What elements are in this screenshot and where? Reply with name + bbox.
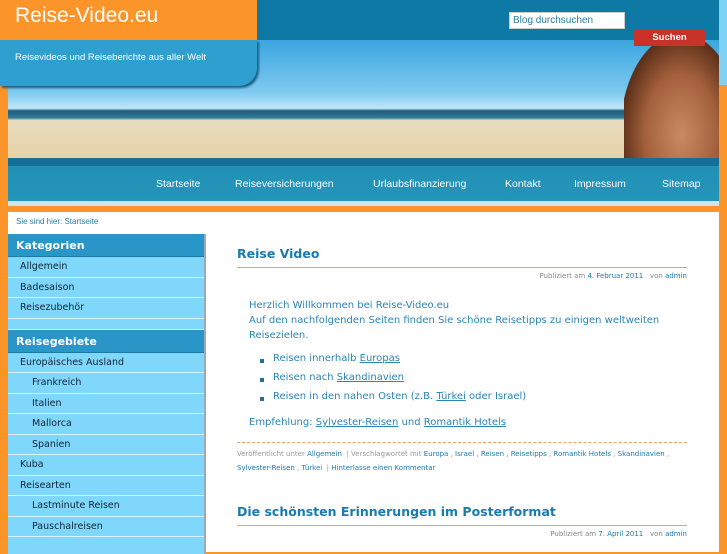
sidebar-item[interactable]: Mallorca [8,414,204,435]
comment-link[interactable]: Hinterlasse einen Kommentar [331,464,435,472]
breadcrumb[interactable]: Sie sind hier: Startseite [16,217,98,226]
category-link[interactable]: Allgemein [307,450,342,458]
link-sylvester-reisen[interactable]: Sylvester-Reisen [316,417,399,428]
filed-under-label: Veröffentlicht unter [237,450,305,458]
list-item: Reisen nach Skandinavien [273,372,404,383]
link-romantik-hotels[interactable]: Romantik Hotels [424,417,506,428]
and-text: und [398,417,424,428]
sidebar-item[interactable]: Europäisches Ausland [8,353,204,373]
nav-startseite[interactable]: Startseite [156,178,200,190]
post-title-divider [237,267,687,268]
tag-link[interactable]: Türkei [302,464,323,472]
sidebar-heading-reisegebiete: Reisegebiete [8,329,204,353]
site-title[interactable]: Reise-Video.eu [15,4,158,28]
sidebar-item[interactable]: Reisearten [8,476,204,496]
list-link[interactable]: Skandinavien [337,372,404,383]
by-label: von [649,530,663,538]
tagline-box: Reisevideos und Reiseberichte aus aller … [0,40,257,86]
sidebar-heading-kategorien: Kategorien [8,234,204,257]
by-label: von [649,272,663,280]
bullet-icon [260,397,264,401]
nav-impressum[interactable]: Impressum [574,178,626,190]
tag-link[interactable]: Romantik Hotels [553,450,611,458]
intro-text: Auf den nachfolgenden Seiten finden Sie … [249,315,660,341]
post-meta: Publiziert am 7. April 2011 von admin [550,530,687,538]
nav-kontakt[interactable]: Kontakt [505,178,541,190]
list-link[interactable]: Europas [360,353,400,364]
sidebar-item[interactable]: Spanien [8,435,204,455]
bullet-icon [260,359,264,363]
site-title-box: Reise-Video.eu [0,0,257,40]
sidebar-item[interactable]: Reisezubehör [8,298,204,319]
sidebar-item[interactable]: Pauschalreisen [8,517,204,537]
sidebar-item[interactable]: Kuba [8,455,204,476]
post-author[interactable]: admin [665,530,687,538]
sidebar: Kategorien Allgemein Badesaison Reisezubeh… [8,234,206,554]
post-title[interactable]: Die schönsten Erinnerungen im Posterform… [237,504,556,519]
post-title[interactable]: Reise Video [237,246,319,261]
list-item: Reisen innerhalb Europas [273,353,400,364]
main-nav: Startseite Reiseversicherungen Urlaubsfi… [8,158,719,206]
tagline: Reisevideos und Reiseberichte aus aller … [15,52,206,63]
bullet-icon [260,378,264,382]
post-author[interactable]: admin [665,272,687,280]
search-input[interactable]: Blog durchsuchen [509,12,625,29]
tag-link[interactable]: Reisen [481,450,504,458]
post-tags: Veröffentlicht unter Allgemein | Verschl… [237,450,670,472]
main-area: Sie sind hier: Startseite Kategorien All… [8,212,719,554]
sidebar-item[interactable]: Lastminute Reisen [8,496,204,517]
post-meta: Publiziert am 4. Februar 2011 von admin [539,272,687,280]
sidebar-item[interactable]: Italien [8,394,204,414]
post-intro: Herzlich Willkommen bei Reise-Video.eu Au… [249,298,669,343]
published-label: Publiziert am [539,272,586,280]
nav-reiseversicherungen[interactable]: Reiseversicherungen [235,178,334,190]
nav-sitemap[interactable]: Sitemap [662,178,701,190]
sidebar-gap [8,319,204,330]
sidebar-item[interactable]: Frankreich [8,373,204,394]
tag-link[interactable]: Sylvester-Reisen [237,464,295,472]
sidebar-item[interactable]: Badesaison [8,278,204,298]
list-text: oder Israel) [465,391,527,402]
intro-line: Herzlich Willkommen bei Reise-Video.eu [249,300,450,311]
post-date[interactable]: 4. Februar 2011 [587,272,643,280]
published-label: Publiziert am [550,530,597,538]
list-text: Reisen in den nahen Osten (z.B. [273,391,437,402]
post-footer-divider [237,442,687,443]
search-button[interactable]: Suchen [634,30,705,46]
post-date[interactable]: 7. April 2011 [598,530,643,538]
tag-link[interactable]: Israel [455,450,474,458]
post-title-divider [237,525,687,526]
list-text: Reisen innerhalb [273,353,360,364]
tagged-label: | Verschlagwortet mit [346,450,422,458]
tag-link[interactable]: Reisetipps [511,450,547,458]
recommendation: Empfehlung: Sylvester-Reisen und Romanti… [249,415,669,430]
list-item: Reisen in den nahen Osten (z.B. Türkei o… [273,391,526,402]
list-text: Reisen nach [273,372,337,383]
tag-link[interactable]: Europa [424,450,449,458]
banner-person [624,40,719,158]
recommendation-label: Empfehlung: [249,417,316,428]
list-link[interactable]: Türkei [436,391,466,402]
sidebar-item[interactable]: Allgemein [8,257,204,278]
tag-link[interactable]: Skandinavien [618,450,665,458]
edge-strip [719,0,727,85]
nav-urlaubsfinanzierung[interactable]: Urlaubsfinanzierung [373,178,466,190]
